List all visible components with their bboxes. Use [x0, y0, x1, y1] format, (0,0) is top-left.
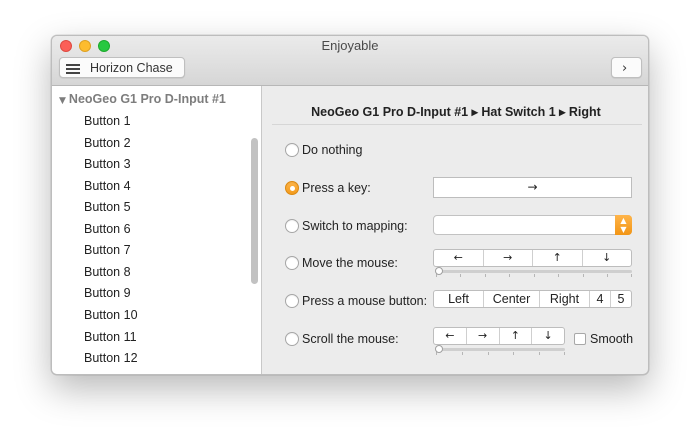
scroll-speed-knob[interactable] — [435, 345, 443, 353]
scroll-mouse-radio[interactable] — [285, 332, 299, 346]
device-row[interactable]: ▼ NeoGeo G1 Pro D-Input #1 — [59, 92, 226, 106]
switch-mapping-radio[interactable] — [285, 219, 299, 233]
window-title: Enjoyable — [321, 38, 379, 53]
do-nothing-radio[interactable] — [285, 143, 299, 157]
mouse-button-control[interactable]: Left Center Right 4 5 — [433, 290, 632, 308]
arrow-down-icon[interactable]: ↓ — [532, 328, 564, 344]
press-key-radio[interactable] — [285, 181, 299, 195]
switch-mapping-label: Switch to mapping: — [302, 219, 408, 233]
sidebar-item[interactable]: Button 4 — [84, 179, 131, 193]
disclosure-triangle-icon[interactable]: ▼ — [59, 96, 66, 106]
divider — [272, 124, 642, 125]
mouse-left-button[interactable]: Left — [434, 291, 484, 307]
arrow-up-icon[interactable]: ↑ — [533, 250, 583, 266]
scroll-mouse-label: Scroll the mouse: — [302, 332, 399, 346]
next-mapping-button[interactable]: › — [611, 57, 642, 78]
chevron-right-icon: › — [622, 61, 628, 76]
press-mouse-button-label: Press a mouse button: — [302, 294, 428, 308]
move-mouse-label: Move the mouse: — [302, 256, 398, 270]
path-title: NeoGeo G1 Pro D-Input #1 ▸ Hat Switch 1 … — [311, 105, 601, 119]
list-icon — [66, 62, 80, 74]
device-name: NeoGeo G1 Pro D-Input #1 — [68, 92, 226, 106]
move-mouse-radio[interactable] — [285, 256, 299, 270]
move-direction-control[interactable]: ← → ↑ ↓ — [433, 249, 632, 267]
input-sidebar: ▼ NeoGeo G1 Pro D-Input #1 Button 1 Butto… — [52, 86, 262, 374]
sidebar-item[interactable]: Button 1 — [84, 114, 131, 128]
mapping-select[interactable]: ▲ ▼ — [433, 215, 632, 235]
press-key-label: Press a key: — [302, 181, 371, 195]
sidebar-item[interactable]: Button 8 — [84, 265, 131, 279]
sidebar-item[interactable]: Button 2 — [84, 136, 131, 150]
title-bar: Enjoyable Horizon Chase › — [52, 36, 648, 86]
sidebar-item[interactable]: Button 12 — [84, 351, 138, 365]
sidebar-item[interactable]: Button 5 — [84, 200, 131, 214]
mouse-button-4[interactable]: 4 — [590, 291, 611, 307]
scroll-direction-control[interactable]: ← → ↑ ↓ — [433, 327, 565, 345]
arrow-up-icon[interactable]: ↑ — [500, 328, 533, 344]
arrow-left-icon[interactable]: ← — [434, 250, 484, 266]
move-speed-slider[interactable] — [436, 270, 632, 273]
sidebar-item[interactable]: Button 11 — [84, 330, 137, 344]
mouse-button-5[interactable]: 5 — [611, 291, 631, 307]
arrow-right-icon[interactable]: → — [484, 250, 533, 266]
mouse-center-button[interactable]: Center — [484, 291, 540, 307]
sidebar-item[interactable]: Button 10 — [84, 308, 138, 322]
sidebar-item[interactable]: Button 7 — [84, 243, 131, 257]
smooth-label: Smooth — [590, 332, 634, 346]
mapping-editor: NeoGeo G1 Pro D-Input #1 ▸ Hat Switch 1 … — [262, 86, 648, 374]
up-down-chevron-icon: ▲ ▼ — [615, 215, 632, 235]
smooth-checkbox[interactable] — [574, 333, 586, 345]
sidebar-item[interactable]: Button 3 — [84, 157, 131, 171]
app-window: Enjoyable Horizon Chase › ▼ NeoGeo G1 Pro… — [51, 35, 649, 375]
scroll-speed-slider[interactable] — [436, 348, 565, 351]
sidebar-scrollbar[interactable] — [251, 138, 258, 284]
profile-menu-button[interactable]: Horizon Chase — [59, 57, 185, 78]
scroll-speed-ticks — [436, 352, 565, 355]
key-field[interactable]: → — [433, 177, 632, 198]
move-speed-knob[interactable] — [435, 267, 443, 275]
press-mouse-button-radio[interactable] — [285, 294, 299, 308]
do-nothing-label: Do nothing — [302, 143, 363, 157]
sidebar-item[interactable]: Button 9 — [84, 286, 131, 300]
profile-name: Horizon Chase — [90, 61, 173, 75]
mouse-right-button[interactable]: Right — [540, 291, 590, 307]
arrow-down-icon[interactable]: ↓ — [583, 250, 632, 266]
arrow-left-icon[interactable]: ← — [434, 328, 467, 344]
arrow-right-icon[interactable]: → — [467, 328, 500, 344]
move-speed-ticks — [436, 274, 632, 277]
sidebar-item[interactable]: Button 6 — [84, 222, 131, 236]
